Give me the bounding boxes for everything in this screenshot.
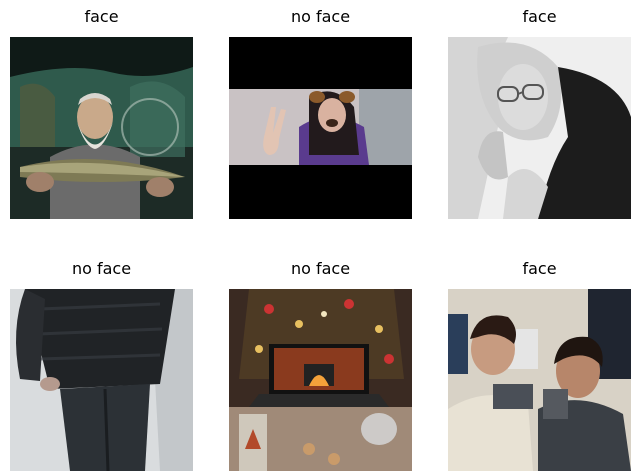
panel-label: no face [290, 7, 351, 26]
photo-woman-glasses-bw [448, 37, 631, 219]
photo-bearded-man-fish-graphic [10, 37, 193, 219]
panel-label: face [522, 259, 557, 278]
panel-label: no face [290, 259, 351, 278]
photo-two-men-selfie-graphic [448, 289, 631, 471]
photo-laptop-christmas [229, 289, 412, 471]
photo-girl-filter [229, 37, 412, 219]
photo-bearded-man-fish [10, 37, 193, 219]
photo-person-back-graphic [10, 289, 193, 471]
photo-laptop-christmas-graphic [229, 289, 412, 471]
panel-label: no face [71, 259, 132, 278]
photo-woman-glasses-graphic [448, 37, 631, 219]
panel-label: face [84, 7, 119, 26]
panel-label: face [522, 7, 557, 26]
photo-two-men-selfie [448, 289, 631, 471]
photo-person-back-jacket [10, 289, 193, 471]
photo-girl-filter-graphic [229, 37, 412, 219]
